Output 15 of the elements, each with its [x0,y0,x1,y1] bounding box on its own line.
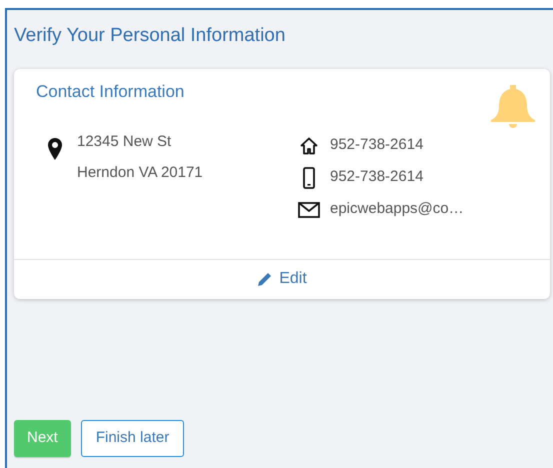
finish-later-button[interactable]: Finish later [80,420,184,457]
address-line: Herndon VA 20171 [77,163,203,183]
card-title: Contact Information [36,80,184,102]
page-title: Verify Your Personal Information [14,24,286,48]
email-address: epicwebapps@co… [330,199,464,220]
phone-number: 952-738-2614 [330,135,424,156]
location-pin-icon [48,138,62,160]
pencil-icon [257,271,274,287]
phone-number: 952-738-2614 [330,167,424,188]
edit-link[interactable]: Edit [257,267,307,291]
envelope-icon [298,202,320,218]
phone-icon [300,166,318,188]
house-icon [300,136,318,154]
address-line: 12345 New St [77,132,172,152]
bell-icon [490,82,536,128]
